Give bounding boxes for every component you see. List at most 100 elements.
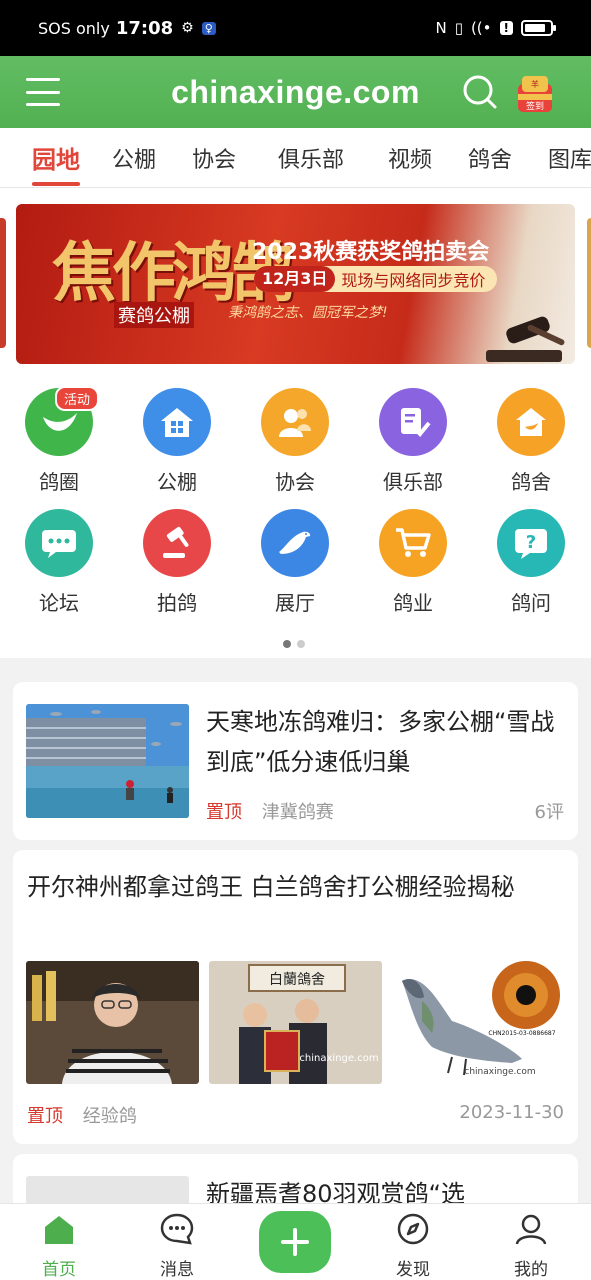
banner-next-peek <box>587 218 591 348</box>
nav-label: 消息 <box>160 1260 194 1280</box>
compass-icon <box>397 1213 429 1245</box>
status-time: 17:08 <box>115 17 174 39</box>
publish-button[interactable] <box>259 1211 331 1273</box>
tab-geshe[interactable]: 鸽舍 <box>468 142 512 174</box>
svg-text:?: ? <box>526 532 536 553</box>
vibrate-icon: ▯ <box>454 19 463 37</box>
tab-shipin[interactable]: 视频 <box>388 142 432 174</box>
quick-link-label: 鸽业 <box>393 591 433 615</box>
quick-link-label: 协会 <box>275 470 315 494</box>
quick-link-geshe[interactable]: 鸽舍 <box>481 388 581 495</box>
quick-link-label: 鸽舍 <box>511 470 551 494</box>
battery-icon <box>521 20 556 36</box>
message-icon <box>160 1213 194 1245</box>
quick-link-label: 公棚 <box>157 470 197 494</box>
quick-link-label: 俱乐部 <box>383 470 443 494</box>
article-card[interactable]: 天寒地冻鸽难归：多家公棚“雪战到底”低分速低归巢 置顶 津冀鸽赛 6评 <box>13 682 578 840</box>
carousel-dot-active <box>283 640 291 648</box>
quick-link-julebu[interactable]: 俱乐部 <box>363 388 463 495</box>
nav-label: 我的 <box>514 1260 548 1280</box>
article-thumbnail <box>26 704 189 818</box>
checkin-label: 签到 <box>526 100 544 112</box>
article-category: 津冀鸽赛 <box>261 802 334 823</box>
quick-link-geye[interactable]: 鸽业 <box>363 509 463 616</box>
bottom-navigation: 首页 消息 发现 我的 <box>0 1203 591 1280</box>
ring-number-text: CHN2015-03-0886687 <box>488 1030 555 1037</box>
nav-label: 首页 <box>42 1260 76 1280</box>
banner-date: 12月3日 <box>254 266 336 292</box>
quick-link-gewen[interactable]: ? 鸽问 <box>481 509 581 616</box>
home-icon <box>45 1216 73 1244</box>
nfc-icon: N <box>435 19 447 37</box>
checkin-small-text: 羊 <box>531 79 539 89</box>
building-icon <box>143 388 211 456</box>
quick-link-label: 拍鸽 <box>157 591 197 615</box>
watermark-text: chinaxinge.com <box>464 1067 535 1077</box>
nav-label: 发现 <box>396 1260 430 1280</box>
tab-julebu[interactable]: 俱乐部 <box>278 142 344 174</box>
status-bar: SOS only 17:08 ⚙ ♀ N ▯ ((• ! <box>0 0 591 56</box>
article-title: 开尔神州都拿过鸽王 白兰鸽舍打公棚经验揭秘 <box>27 873 515 901</box>
loft-icon <box>497 388 565 456</box>
quick-link-label: 论坛 <box>39 591 79 615</box>
tab-gongpeng[interactable]: 公棚 <box>112 142 156 174</box>
tab-tuku[interactable]: 图库 <box>548 142 591 174</box>
nav-home[interactable]: 首页 <box>19 1212 99 1280</box>
article-image: CHN2015-03-0886687 chinaxinge.com <box>392 961 565 1084</box>
quick-link-label: 展厅 <box>275 591 315 615</box>
question-icon: ? <box>497 509 565 577</box>
showroom-icon <box>261 509 329 577</box>
nav-profile[interactable]: 我的 <box>491 1212 571 1280</box>
pinned-label: 置顶 <box>27 1106 63 1127</box>
shop-sign-text: 白蘭鴿舍 <box>269 972 325 988</box>
article-category: 经验鸽 <box>82 1106 137 1127</box>
auction-icon <box>143 509 211 577</box>
gavel-icon <box>486 316 565 362</box>
carousel-dot <box>297 640 305 648</box>
article-image: 白蘭鴿舍 chinaxinge.com <box>209 961 382 1084</box>
quick-link-gongpeng[interactable]: 公棚 <box>127 388 227 495</box>
article-meta: 置顶 津冀鸽赛 <box>206 798 334 824</box>
carousel-dots <box>283 640 305 648</box>
pigeon-circle-icon: 活动 <box>25 386 99 456</box>
tab-xiehui[interactable]: 协会 <box>192 142 236 174</box>
search-icon[interactable] <box>462 74 498 110</box>
user-icon <box>515 1214 547 1245</box>
comment-count: 6评 <box>534 802 564 823</box>
promo-banner[interactable]: 焦作鸿鹄 赛鸽公棚 2023秋赛获奖鸽拍卖会 12月3日 现场与网络同步竞价 秉… <box>16 204 575 364</box>
wifi-icon: ((• <box>470 19 492 37</box>
club-icon <box>379 388 447 456</box>
quick-link-paige[interactable]: 拍鸽 <box>127 509 227 616</box>
alert-icon: ! <box>499 21 513 35</box>
banner-area: 焦作鸿鹄 赛鸽公棚 2023秋赛获奖鸽拍卖会 12月3日 现场与网络同步竞价 秉… <box>0 188 591 658</box>
plus-icon <box>281 1228 309 1256</box>
forum-icon <box>25 509 93 577</box>
quick-link-xiehui[interactable]: 协会 <box>245 388 345 495</box>
article-image <box>26 961 199 1084</box>
active-tab-indicator <box>32 182 80 186</box>
quick-link-gequan[interactable]: 活动 鸽圈 <box>9 386 109 495</box>
quick-link-luntan[interactable]: 论坛 <box>9 509 109 616</box>
tab-yuandi[interactable]: 园地 <box>32 140 80 175</box>
banner-left-subtitle: 赛鸽公棚 <box>114 302 194 328</box>
quick-link-label: 鸽圈 <box>39 470 79 494</box>
article-card[interactable]: 开尔神州都拿过鸽王 白兰鸽舍打公棚经验揭秘 白蘭鴿舍 chinaxinge.co… <box>13 850 578 1144</box>
pinned-label: 置顶 <box>206 802 242 823</box>
nav-messages[interactable]: 消息 <box>137 1212 217 1280</box>
nav-discover[interactable]: 发现 <box>373 1212 453 1280</box>
article-title: 天寒地冻鸽难归：多家公棚“雪战到底”低分速低归巢 <box>206 708 555 776</box>
carrier-text: SOS only <box>38 18 110 38</box>
location-icon: ♀ <box>201 21 216 35</box>
quick-link-zhanting[interactable]: 展厅 <box>245 509 345 616</box>
activity-badge: 活动 <box>54 386 99 411</box>
checkin-gift-icon[interactable]: 羊 签到 <box>514 74 556 114</box>
article-meta: 置顶 经验鸽 <box>27 1102 137 1128</box>
cart-icon <box>379 509 447 577</box>
banner-slogan: 秉鸿鹄之志、圆冠军之梦! <box>228 305 388 321</box>
category-tabs: 园地 公棚 协会 俱乐部 视频 鸽舍 图库 <box>0 128 591 188</box>
banner-prev-peek <box>0 218 6 348</box>
article-date: 2023-11-30 <box>459 1102 564 1123</box>
app-header: chinaxinge.com 羊 签到 <box>0 56 591 128</box>
settings-icon: ⚙ <box>181 20 194 36</box>
banner-date-note: 现场与网络同步竞价 <box>341 271 486 290</box>
